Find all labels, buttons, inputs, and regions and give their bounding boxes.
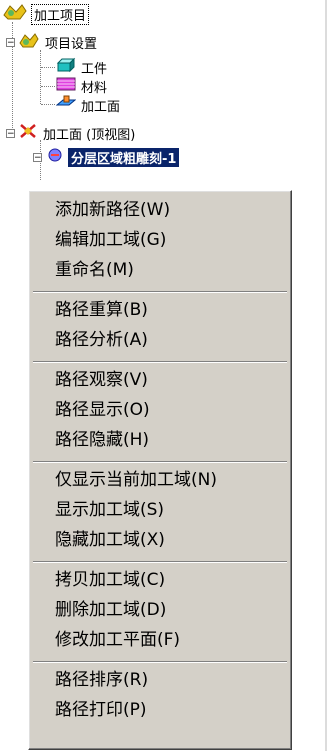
- menu-item-delete-machining-region[interactable]: 删除加工域(D): [32, 595, 288, 625]
- tree-connector: [41, 104, 55, 105]
- settings-folder-icon: [18, 31, 40, 53]
- tree-item-machining-plane[interactable]: 加工面: [55, 95, 122, 115]
- tree-item-label: 加工项目: [31, 3, 90, 25]
- machining-view-icon: [18, 123, 38, 143]
- tree-item-label: 工件: [81, 61, 108, 77]
- menu-separator: [33, 561, 287, 563]
- menu-item-edit-machining-region[interactable]: 编辑加工域(G): [32, 225, 288, 255]
- menu-item-sort-paths[interactable]: 路径排序(R): [32, 665, 288, 695]
- project-folder-icon: [2, 3, 28, 25]
- menu-item-print-paths[interactable]: 路径打印(P): [32, 695, 288, 725]
- tree-connector: [40, 50, 41, 104]
- menu-item-hide-machining-region[interactable]: 隐藏加工域(X): [32, 525, 288, 555]
- menu-item-observe-path[interactable]: 路径观察(V): [32, 365, 288, 395]
- workpiece-box-icon: [56, 57, 76, 77]
- menu-item-modify-machining-plane[interactable]: 修改加工平面(F): [32, 625, 288, 655]
- menu-separator: [33, 361, 287, 363]
- tree-item-material[interactable]: 材料: [56, 76, 109, 96]
- tree-item-label: 材料: [81, 80, 108, 96]
- context-menu: 添加新路径(W) 编辑加工域(G) 重命名(M) 路径重算(B) 路径分析(A)…: [28, 190, 292, 750]
- menu-item-show-path[interactable]: 路径显示(O): [32, 395, 288, 425]
- collapse-toggle[interactable]: −: [33, 152, 42, 162]
- tree-item-label: 项目设置: [45, 36, 98, 52]
- tree-item-root[interactable]: 加工项目: [2, 3, 90, 25]
- menu-separator: [33, 461, 287, 463]
- menu-item-show-only-current-region[interactable]: 仅显示当前加工域(N): [32, 465, 288, 495]
- tree-connector: [41, 86, 55, 87]
- menu-item-hide-path[interactable]: 路径隐藏(H): [32, 425, 288, 455]
- material-swatch-icon: [56, 76, 76, 96]
- toolpath-icon: [45, 147, 65, 167]
- tree-connector: [41, 67, 55, 68]
- tree-item-workpiece[interactable]: 工件: [56, 57, 109, 77]
- tree-item-label: 加工面 (顶视图): [43, 127, 136, 143]
- collapse-toggle[interactable]: −: [6, 37, 15, 47]
- tree-item-label: 分层区域粗雕刻-1: [68, 147, 180, 167]
- collapse-toggle[interactable]: −: [6, 128, 15, 138]
- menu-item-show-machining-region[interactable]: 显示加工域(S): [32, 495, 288, 525]
- tree-item-selected-toolpath[interactable]: − 分层区域粗雕刻-1: [33, 147, 180, 167]
- menu-separator: [33, 291, 287, 293]
- tree-item-project-settings[interactable]: − 项目设置: [6, 31, 99, 53]
- tree-item-label: 加工面: [81, 99, 121, 115]
- menu-item-copy-machining-region[interactable]: 拷贝加工域(C): [32, 565, 288, 595]
- menu-item-recompute-path[interactable]: 路径重算(B): [32, 295, 288, 325]
- menu-item-add-new-path[interactable]: 添加新路径(W): [32, 195, 288, 225]
- menu-item-rename[interactable]: 重命名(M): [32, 255, 288, 285]
- machining-plane-icon: [55, 95, 77, 115]
- tree-item-machining-view[interactable]: − 加工面 (顶视图): [6, 123, 137, 143]
- menu-separator: [33, 661, 287, 663]
- menu-item-analyze-path[interactable]: 路径分析(A): [32, 325, 288, 355]
